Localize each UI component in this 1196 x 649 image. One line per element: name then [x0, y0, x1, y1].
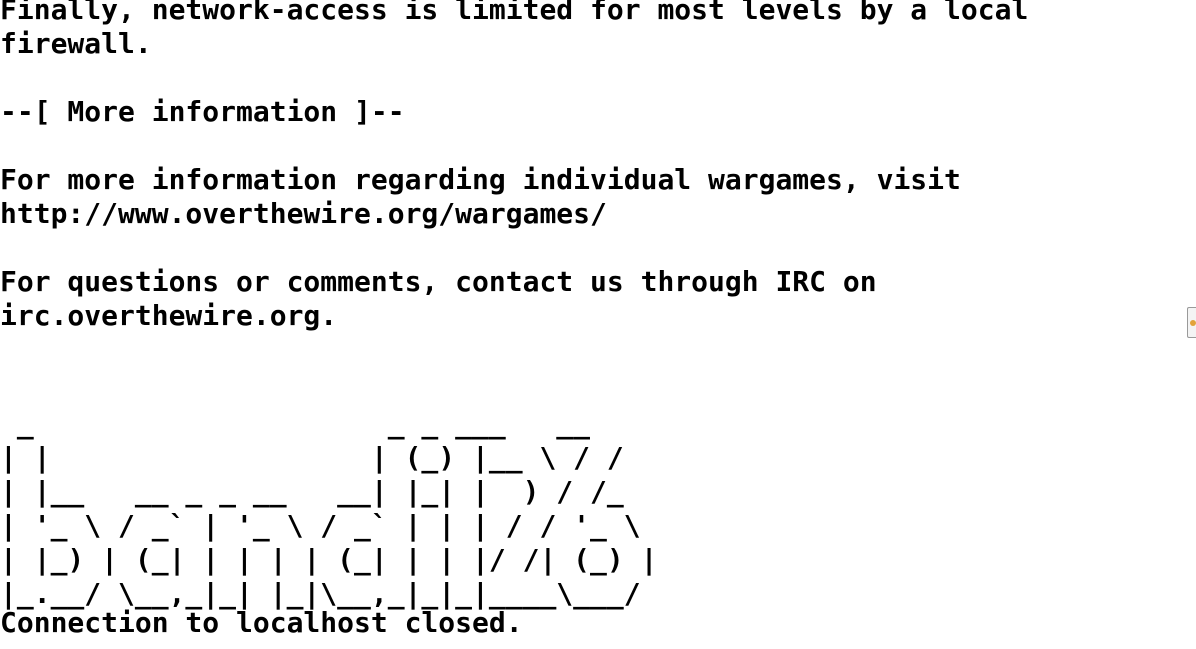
irc-address: irc.overthewire.org.	[0, 299, 338, 332]
ascii-art-line: | |__ __ _ _ __ __| |_| | ) / /_	[0, 475, 624, 508]
terminal-line: Finally, network-access is limited for m…	[0, 0, 1029, 26]
ascii-art-line: | | | (_) |__ \ / /	[0, 441, 624, 474]
ascii-art-line: | |_) | (_| | | | | (_| | | |/ /| (_) |	[0, 543, 658, 576]
side-panel-tab[interactable]	[1187, 307, 1196, 338]
ascii-art-line: _ _ _ ___ __	[0, 407, 591, 440]
notification-icon	[1190, 320, 1196, 326]
terminal-line: For questions or comments, contact us th…	[0, 265, 877, 298]
ascii-art-banner: _ _ _ ___ __ | | | (_) |__ \ / / | |__ _…	[0, 407, 1196, 611]
terminal-line: firewall.	[0, 27, 152, 60]
ascii-art-line: | '_ \ / _` | '_ \ / _` | | | / / '_ \	[0, 509, 641, 542]
terminal-line: For more information regarding individua…	[0, 163, 961, 196]
connection-closed-message: Connection to localhost closed.	[0, 606, 523, 639]
terminal-output: Finally, network-access is limited for m…	[0, 0, 1196, 333]
section-heading: --[ More information ]--	[0, 95, 405, 128]
wargames-url: http://www.overthewire.org/wargames/	[0, 197, 607, 230]
